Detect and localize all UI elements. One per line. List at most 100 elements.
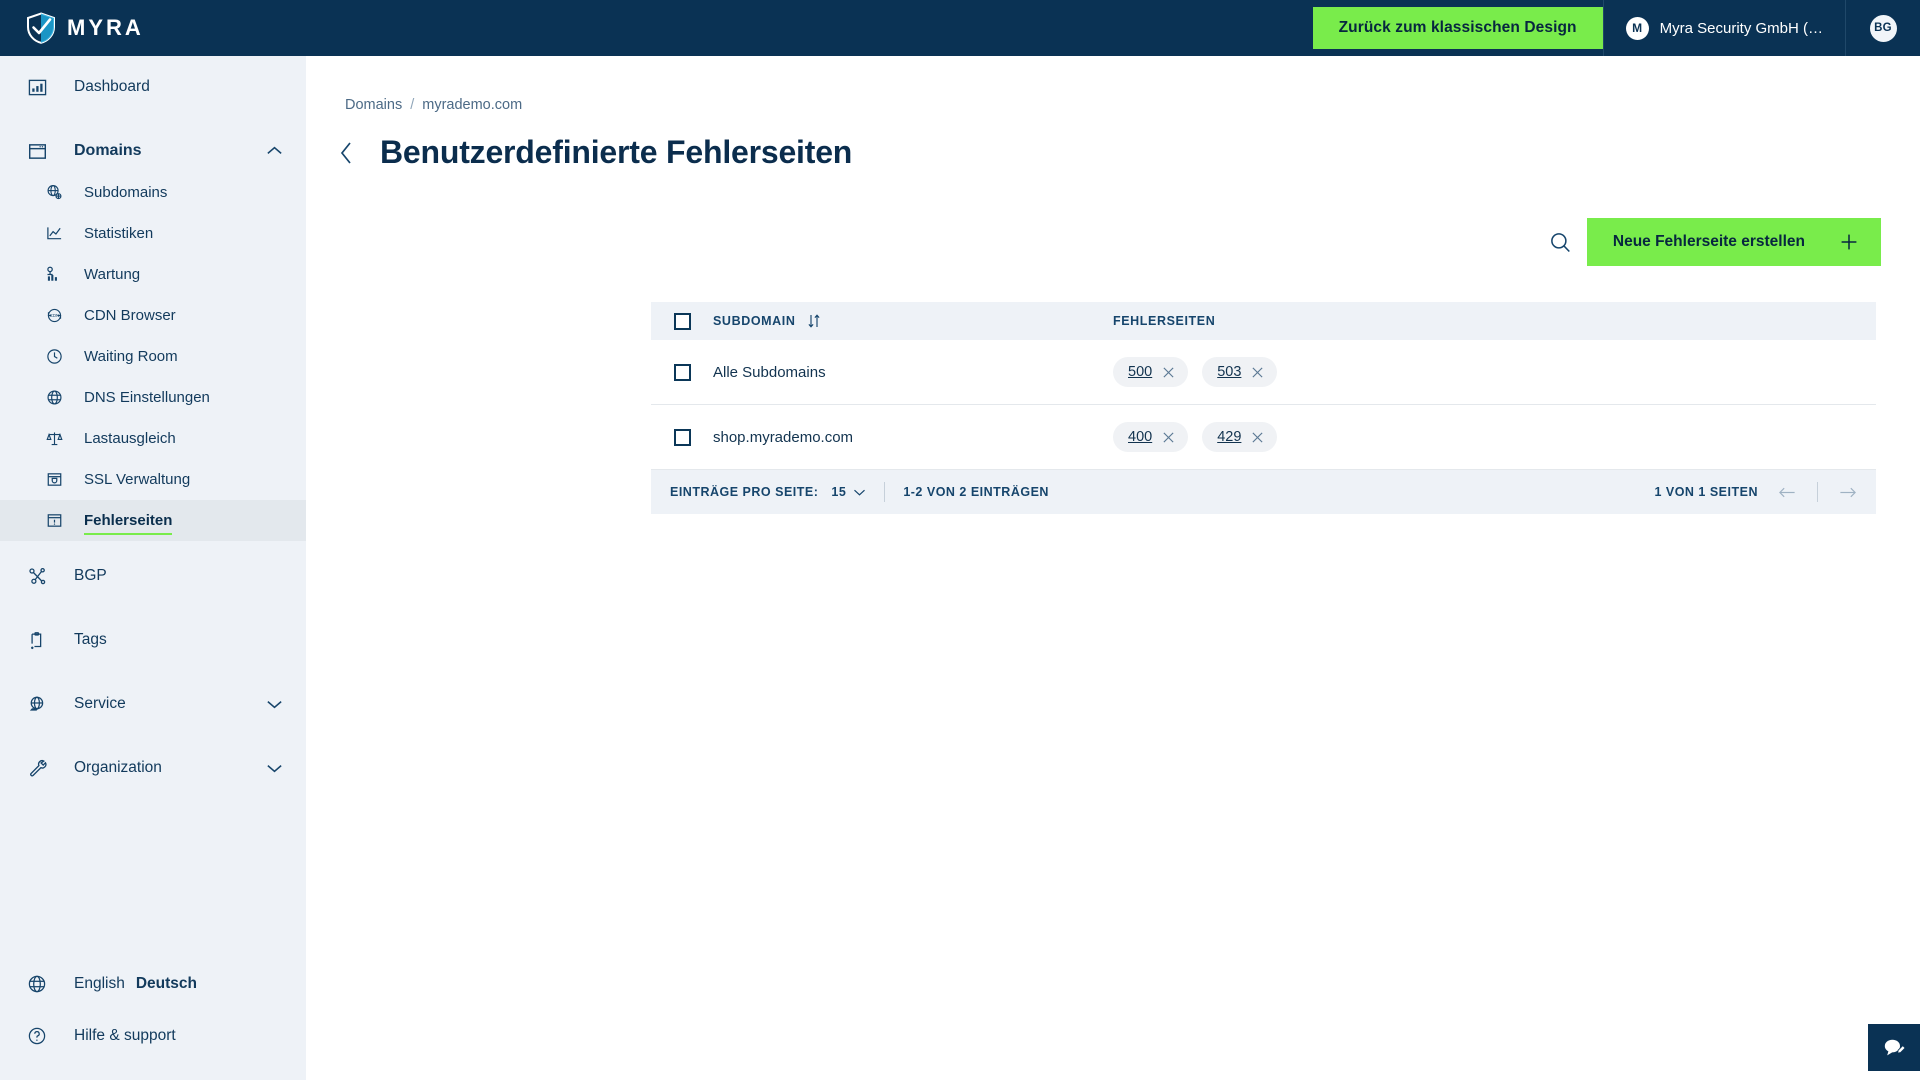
- select-all-checkbox[interactable]: [673, 312, 691, 330]
- search-icon[interactable]: [1535, 222, 1587, 262]
- sidebar-item-service[interactable]: Service: [0, 683, 306, 725]
- pagination-divider: [1817, 482, 1818, 502]
- sidebar-item-organization[interactable]: Organization: [0, 747, 306, 789]
- chevron-down-icon: [853, 488, 866, 497]
- language-option-english[interactable]: English: [74, 975, 125, 993]
- error-code-chip[interactable]: 503: [1202, 357, 1278, 387]
- select-all-cell: [651, 312, 713, 330]
- sidebar-item-ssl-verwaltung[interactable]: SSL Verwaltung: [0, 459, 306, 500]
- pages-label: 1 VON 1 SEITEN: [1654, 485, 1758, 499]
- cell-subdomain: shop.myrademo.com: [713, 429, 1113, 446]
- sidebar-item-dns-einstellungen[interactable]: DNS Einstellungen: [0, 377, 306, 418]
- header-spacer: [306, 0, 1313, 56]
- sidebar-item-label: Wartung: [84, 266, 141, 283]
- error-pages-table: SUBDOMAIN FEHLERSEITEN Alle Subdomains 5…: [651, 302, 1876, 514]
- subdomain-value: Alle Subdomains: [713, 363, 826, 381]
- chat-compose-icon: [1881, 1036, 1907, 1060]
- subdomain-value: shop.myrademo.com: [713, 428, 854, 446]
- error-code-link[interactable]: 429: [1217, 429, 1241, 445]
- sidebar-item-label: SSL Verwaltung: [84, 471, 191, 488]
- error-code-link[interactable]: 503: [1217, 364, 1241, 380]
- breadcrumb-separator: /: [410, 97, 415, 113]
- globe-network-icon: [44, 183, 64, 203]
- error-code-link[interactable]: 500: [1128, 364, 1152, 380]
- chevron-down-icon[interactable]: [265, 762, 284, 774]
- chevron-up-icon[interactable]: [265, 145, 284, 157]
- table-row[interactable]: shop.myrademo.com 400 429: [651, 405, 1876, 470]
- tag-clipboard-icon: [26, 629, 48, 651]
- sidebar-item-cdn-browser[interactable]: CDN CDN Browser: [0, 295, 306, 336]
- sidebar-item-statistiken[interactable]: Statistiken: [0, 213, 306, 254]
- ssl-shield-icon: [44, 470, 64, 490]
- sidebar-item-fehlerseiten[interactable]: Fehlerseiten: [0, 500, 306, 541]
- close-icon[interactable]: [1251, 431, 1264, 444]
- language-option-deutsch[interactable]: Deutsch: [136, 975, 197, 993]
- chevron-down-icon[interactable]: [265, 698, 284, 710]
- close-icon[interactable]: [1162, 431, 1175, 444]
- create-error-page-button[interactable]: Neue Fehlerseite erstellen: [1586, 218, 1881, 266]
- sidebar-item-domains[interactable]: Domains: [0, 130, 306, 172]
- brand-logo[interactable]: MYRA: [0, 0, 306, 56]
- error-code-chip[interactable]: 400: [1113, 422, 1189, 452]
- arrow-left-icon[interactable]: [1778, 486, 1797, 499]
- column-label: FEHLERSEITEN: [1113, 314, 1216, 328]
- sidebar-item-label: Statistiken: [84, 225, 154, 242]
- create-error-page-label: Neue Fehlerseite erstellen: [1612, 233, 1805, 250]
- avatar: BG: [1869, 14, 1897, 42]
- top-header-bar: MYRA Zurück zum klassischen Design M Myr…: [0, 0, 1920, 56]
- column-label: SUBDOMAIN: [713, 314, 796, 328]
- close-icon[interactable]: [1251, 366, 1264, 379]
- sidebar-item-waiting-room[interactable]: Waiting Room: [0, 336, 306, 377]
- breadcrumb: Domains / myrademo.com: [345, 97, 522, 113]
- row-checkbox[interactable]: [673, 428, 691, 446]
- breadcrumb-root[interactable]: Domains: [345, 97, 402, 113]
- chevron-left-icon[interactable]: [332, 139, 360, 167]
- sidebar-item-bgp[interactable]: BGP: [0, 555, 306, 597]
- sidebar-item-tags[interactable]: Tags: [0, 619, 306, 661]
- row-checkbox[interactable]: [673, 363, 691, 381]
- sidebar-item-dashboard[interactable]: Dashboard: [0, 66, 306, 108]
- sidebar-item-label: Organization: [74, 759, 162, 776]
- language-switcher[interactable]: English Deutsch: [0, 958, 306, 1010]
- sidebar-item-label: BGP: [74, 567, 107, 584]
- table-pagination-footer: EINTRÄGE PRO SEITE: 15 1-2 VON 2 EINTRÄG…: [651, 470, 1876, 514]
- cell-error-codes: 500 503: [1113, 357, 1876, 387]
- shield-icon: [26, 12, 56, 44]
- clock-icon: [44, 347, 64, 367]
- error-page-icon: [44, 511, 64, 531]
- back-to-classic-design-button[interactable]: Zurück zum klassischen Design: [1312, 7, 1603, 49]
- arrow-right-icon[interactable]: [1838, 486, 1857, 499]
- organization-name: Myra Security GmbH (…: [1659, 19, 1823, 37]
- cell-error-codes: 400 429: [1113, 422, 1876, 452]
- cdn-refresh-icon: CDN: [44, 306, 64, 326]
- dashboard-chart-icon: [26, 76, 48, 98]
- bgp-nodes-icon: [26, 565, 48, 587]
- sidebar-item-label: Lastausgleich: [84, 430, 176, 447]
- entries-per-page-select[interactable]: 15: [831, 485, 866, 499]
- globe-icon: [26, 973, 48, 995]
- row-select-cell: [651, 363, 713, 381]
- breadcrumb-current[interactable]: myrademo.com: [422, 97, 522, 113]
- close-icon[interactable]: [1162, 366, 1175, 379]
- help-label: Hilfe & support: [74, 1027, 176, 1044]
- help-and-support-link[interactable]: Hilfe & support: [0, 1010, 306, 1062]
- error-code-chip[interactable]: 429: [1202, 422, 1278, 452]
- table-row[interactable]: Alle Subdomains 500 503: [651, 340, 1876, 405]
- sidebar-navigation: Dashboard Domains Subdomains Statistiken…: [0, 56, 306, 1080]
- globe-icon: [44, 388, 64, 408]
- entries-per-page-label: EINTRÄGE PRO SEITE:: [670, 485, 819, 499]
- sort-updown-icon[interactable]: [807, 313, 821, 329]
- chat-widget-button[interactable]: [1868, 1024, 1920, 1071]
- entries-per-page: EINTRÄGE PRO SEITE: 15: [670, 485, 866, 499]
- error-code-chip[interactable]: 500: [1113, 357, 1189, 387]
- organization-switcher[interactable]: M Myra Security GmbH (…: [1604, 0, 1845, 56]
- pagination-controls: 1 VON 1 SEITEN: [1654, 482, 1857, 502]
- user-menu-button[interactable]: BG: [1846, 0, 1920, 56]
- sidebar-item-subdomains[interactable]: Subdomains: [0, 172, 306, 213]
- sidebar-item-lastausgleich[interactable]: Lastausgleich: [0, 418, 306, 459]
- error-code-link[interactable]: 400: [1128, 429, 1152, 445]
- balance-scale-icon: [44, 429, 64, 449]
- column-header-subdomain[interactable]: SUBDOMAIN: [713, 313, 1113, 329]
- sidebar-item-wartung[interactable]: Wartung: [0, 254, 306, 295]
- page-title: Benutzerdefinierte Fehlerseiten: [380, 134, 853, 170]
